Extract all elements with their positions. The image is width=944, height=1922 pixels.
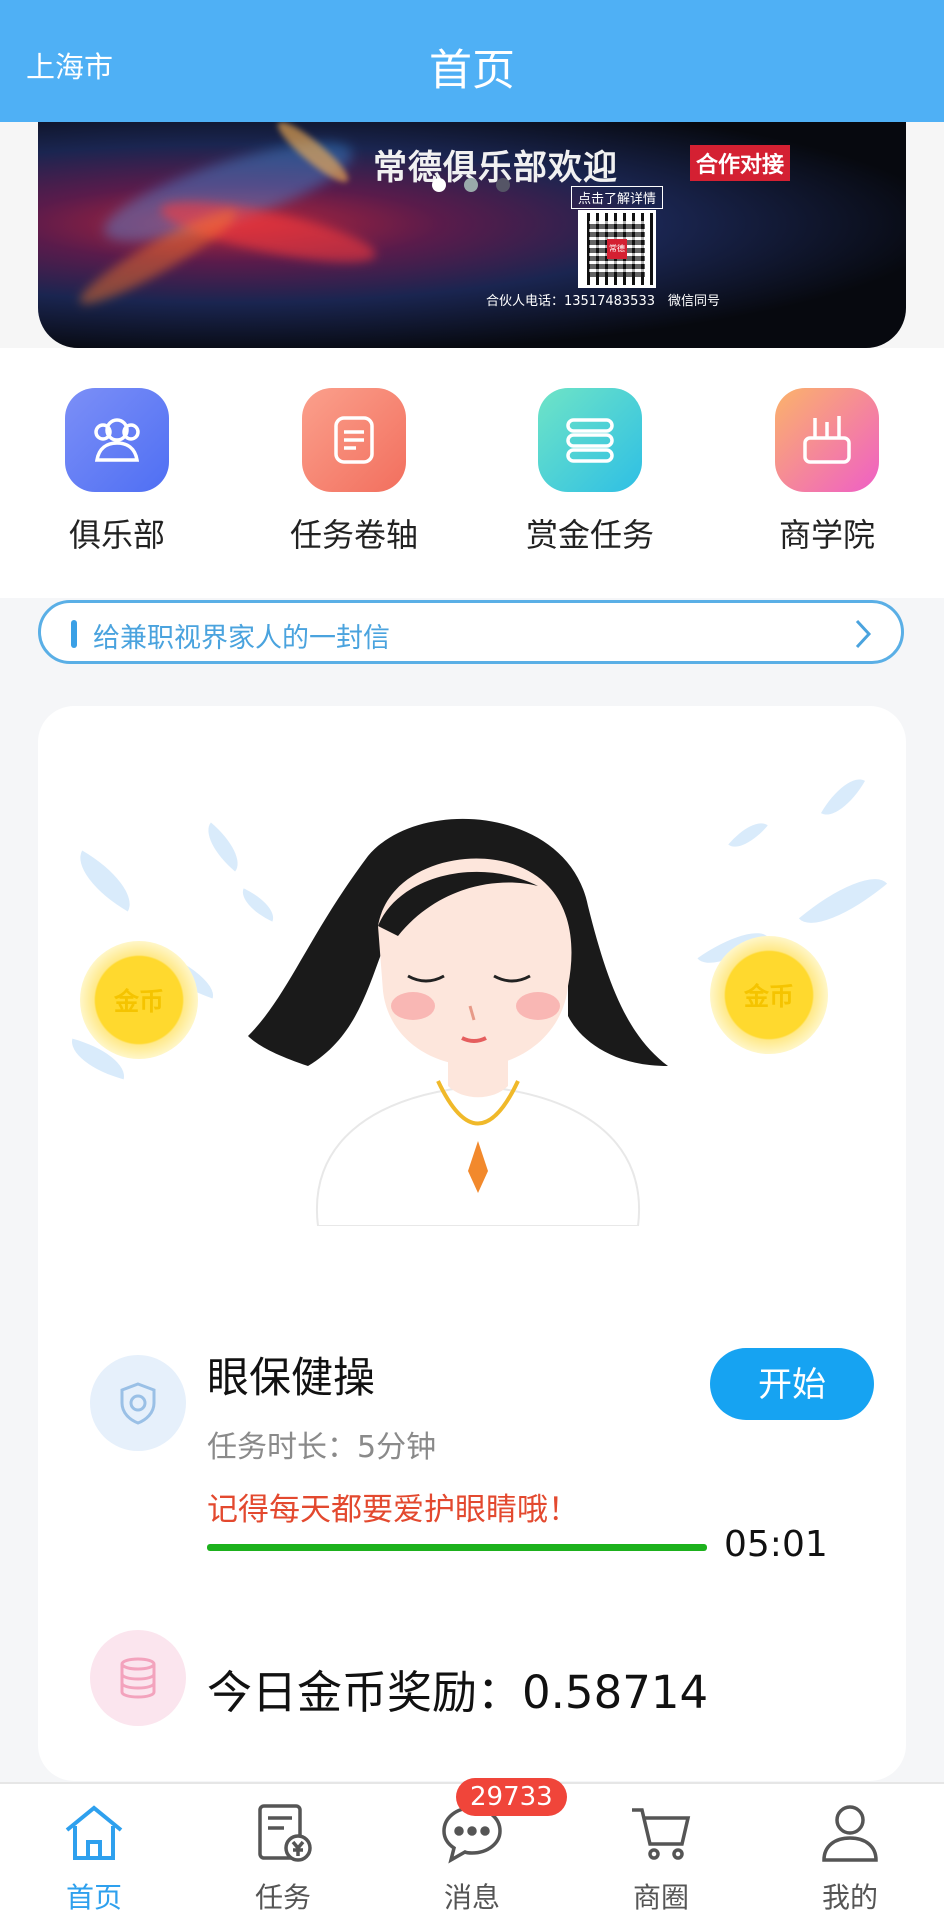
qr-center-label: 常德 [609, 244, 625, 253]
tab-label: 我的 [821, 1881, 878, 1914]
tab-mine[interactable]: 我的 [770, 1800, 930, 1916]
coin-right: 金币 [710, 936, 828, 1054]
banner-detail-link: 点击了解详情 [571, 186, 664, 209]
coin-label: 金币 [743, 982, 794, 1011]
document-icon [302, 388, 406, 492]
qr-code: 常德 [578, 210, 656, 288]
start-button[interactable]: 开始 [710, 1348, 874, 1420]
promo-banner[interactable]: 常德俱乐部欢迎 合作对接 点击了解详情 常德 合伙人电话：13517483533… [38, 122, 906, 348]
notice-bar[interactable]: 给兼职视界家人的一封信 [38, 600, 904, 664]
tab-home[interactable]: 首页 [14, 1800, 174, 1916]
quick-nav-task-scroll[interactable]: 任务卷轴 [264, 388, 444, 556]
stack-icon [538, 388, 642, 492]
quick-nav-label: 任务卷轴 [289, 516, 418, 554]
quick-nav-label: 俱乐部 [68, 516, 165, 554]
coin-left: 金币 [80, 941, 198, 1059]
page-title: 首页 [429, 46, 515, 96]
banner-dot-1[interactable] [432, 178, 446, 192]
today-coin-reward: 今日金币奖励：0.58714 [207, 1666, 709, 1719]
banner-phone: 合伙人电话：13517483533 微信同号 [486, 294, 720, 309]
quick-nav-academy[interactable]: 商学院 [737, 388, 917, 556]
task-name: 眼保健操 [207, 1353, 376, 1402]
banner-dot-3[interactable] [496, 178, 510, 192]
girl-illustration [248, 818, 668, 1226]
chevron-right-icon [853, 617, 873, 655]
notice-text: 给兼职视界家人的一封信 [93, 623, 390, 654]
tab-message[interactable]: 消息 [392, 1800, 552, 1916]
users-icon [65, 388, 169, 492]
eye-exercise-card: 金币 金币 [38, 706, 906, 1781]
cart-icon [632, 1808, 691, 1860]
notice-accent [71, 620, 77, 648]
message-badge: 29733 [456, 1778, 567, 1816]
user-icon [822, 1805, 878, 1862]
task-progress-bar [207, 1544, 707, 1551]
home-icon [65, 1805, 123, 1860]
quick-nav-label: 商学院 [778, 516, 875, 554]
pen-holder-icon [775, 388, 879, 492]
banner-dot-2[interactable] [464, 178, 478, 192]
task-tip: 记得每天都要爱护眼睛哦！ [207, 1492, 579, 1528]
tab-label: 消息 [443, 1881, 500, 1914]
task-timer: 05:01 [724, 1524, 828, 1565]
quick-nav: 俱乐部 任务卷轴 赏金任务 商学院 [0, 348, 944, 598]
quick-nav-club[interactable]: 俱乐部 [27, 388, 207, 556]
quick-nav-bounty[interactable]: 赏金任务 [500, 388, 680, 556]
tab-label: 商圈 [632, 1881, 689, 1914]
tab-label: 任务 [254, 1881, 311, 1914]
task-duration: 任务时长：5分钟 [207, 1430, 437, 1465]
coin-stack-icon [90, 1630, 186, 1726]
tab-mall[interactable]: 商圈 [581, 1800, 741, 1916]
task-doc-icon [258, 1804, 312, 1862]
tab-task[interactable]: 任务 [203, 1800, 363, 1916]
coin-label: 金币 [113, 987, 164, 1016]
tab-label: 首页 [65, 1881, 122, 1914]
quick-nav-label: 赏金任务 [525, 516, 654, 554]
banner-tag: 合作对接 [690, 145, 791, 181]
shield-icon [90, 1355, 186, 1451]
